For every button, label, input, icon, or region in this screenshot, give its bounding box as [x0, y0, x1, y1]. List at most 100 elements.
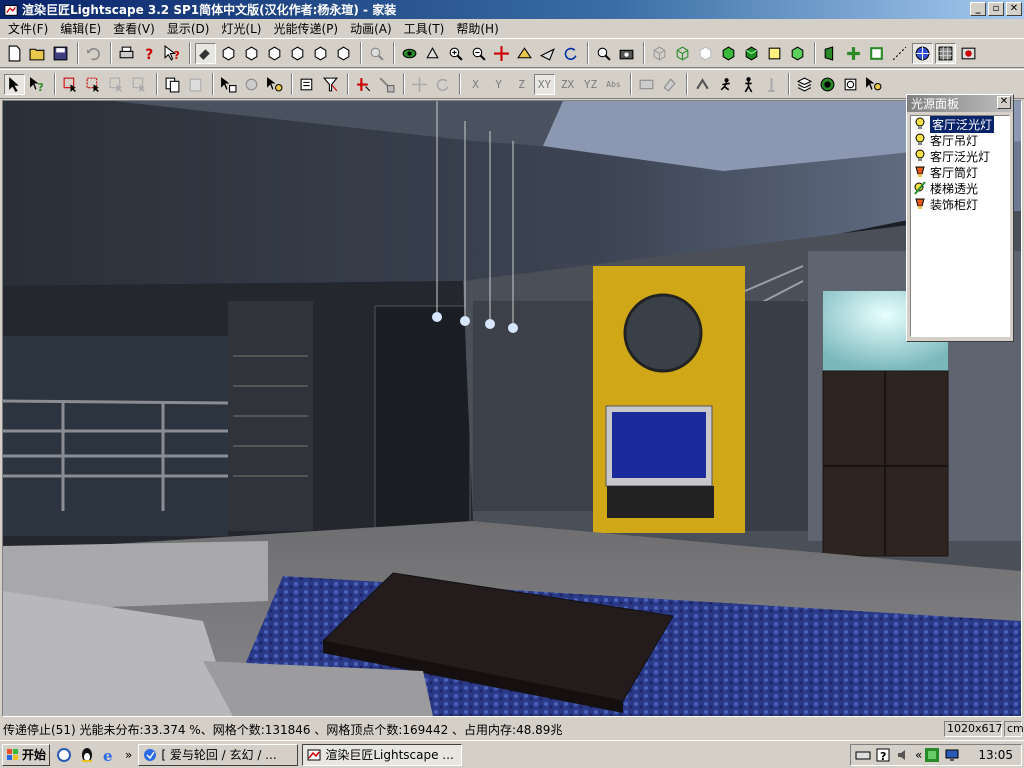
camera-fly-button[interactable] [715, 74, 736, 95]
copy-button[interactable] [162, 74, 183, 95]
light-tool-button[interactable] [863, 74, 884, 95]
menu-tools[interactable]: 工具(T) [398, 20, 451, 37]
material-button[interactable] [843, 43, 864, 64]
axis-yz-button[interactable]: YZ [580, 74, 601, 95]
quicklaunch-desktop[interactable] [55, 746, 73, 764]
paste-button[interactable] [185, 74, 206, 95]
select-disabled-2-button[interactable] [129, 74, 150, 95]
line-button[interactable] [889, 43, 910, 64]
add-point-button[interactable] [353, 74, 374, 95]
axis-x-button[interactable]: X [465, 74, 486, 95]
outline-button[interactable] [672, 43, 693, 64]
walk-button[interactable] [422, 43, 443, 64]
pointer-button[interactable] [4, 73, 25, 95]
menu-radiosity[interactable]: 光能传递(P) [267, 20, 344, 37]
network-icon[interactable] [924, 747, 940, 763]
light-item[interactable]: 客厅筒灯 [911, 164, 1009, 180]
light-item[interactable]: 客厅泛光灯 [911, 148, 1009, 164]
select-light-button[interactable] [241, 74, 262, 95]
wireframe-button[interactable] [649, 43, 670, 64]
rotate-button[interactable] [432, 74, 453, 95]
axis-z-button[interactable]: Z [511, 74, 532, 95]
view-cube-3-button[interactable] [264, 43, 285, 64]
query-button[interactable]: ? [27, 74, 48, 95]
title-bar[interactable]: 渲染巨匠Lightscape 3.2 SP1简体中文版(汉化作者:杨永瑄) - … [0, 0, 1024, 19]
render-viewport[interactable] [2, 100, 1022, 717]
tray-expand[interactable]: « [915, 748, 922, 762]
select-tool-button[interactable] [195, 42, 216, 64]
filter-button[interactable] [320, 74, 341, 95]
context-help-button[interactable]: ? [162, 43, 183, 64]
view-cube-5-button[interactable] [310, 43, 331, 64]
start-button[interactable]: 开始 [2, 743, 50, 766]
taskbar-item-lightscape[interactable]: 渲染巨匠Lightscape ... [302, 743, 463, 766]
close-button[interactable]: ✕ [1006, 2, 1022, 16]
quicklaunch-qq[interactable] [78, 746, 96, 764]
menu-help[interactable]: 帮助(H) [450, 20, 504, 37]
snap-button[interactable] [376, 74, 397, 95]
color-button[interactable] [764, 43, 785, 64]
select-surface-button[interactable] [60, 74, 81, 95]
taskbar-item-browser[interactable]: [ 爱与轮回 / 玄幻 / ... [138, 743, 299, 766]
view-cube-4-button[interactable] [287, 43, 308, 64]
axis-y-button[interactable]: Y [488, 74, 509, 95]
zoom-out-button[interactable] [468, 43, 489, 64]
edit-light-button[interactable] [264, 74, 285, 95]
globe-view-button[interactable] [912, 42, 933, 64]
hidden-line-button[interactable] [695, 43, 716, 64]
pan-button[interactable] [491, 43, 512, 64]
light-item[interactable]: 楼梯透光 [911, 180, 1009, 196]
select-block-button[interactable] [218, 74, 239, 95]
layer-button[interactable] [820, 43, 841, 64]
view-cube-6-button[interactable] [333, 43, 354, 64]
camera-walk-button[interactable] [692, 74, 713, 95]
volume-icon[interactable] [895, 747, 911, 763]
restore-button[interactable]: ▫ [988, 2, 1004, 16]
quicklaunch-ie[interactable]: e [101, 746, 119, 765]
grid-view-button[interactable] [935, 42, 956, 64]
erase-button[interactable] [636, 74, 657, 95]
erase-2-button[interactable] [659, 74, 680, 95]
fly-button[interactable] [537, 43, 558, 64]
zoom-in-button[interactable] [445, 43, 466, 64]
menu-display[interactable]: 显示(D) [161, 20, 216, 37]
stand-button[interactable] [761, 74, 782, 95]
quicklaunch-more[interactable]: » [125, 748, 132, 762]
shaded-button[interactable] [741, 43, 762, 64]
display-options-button[interactable] [958, 43, 979, 64]
axis-zx-button[interactable]: ZX [557, 74, 578, 95]
texture-button[interactable] [787, 43, 808, 64]
light-panel-close-button[interactable]: ✕ [997, 96, 1011, 109]
select-window-button[interactable] [83, 74, 104, 95]
move-button[interactable] [409, 74, 430, 95]
keyboard-icon[interactable] [855, 747, 871, 763]
minimize-button[interactable]: _ [970, 2, 986, 16]
light-item[interactable]: 客厅吊灯 [911, 132, 1009, 148]
menu-view[interactable]: 查看(V) [107, 20, 161, 37]
print-button[interactable] [116, 43, 137, 64]
radiosity-button[interactable] [817, 74, 838, 95]
view-cube-1-button[interactable] [218, 43, 239, 64]
light-item[interactable]: 客厅泛光灯 [911, 115, 1009, 133]
render-button[interactable] [616, 43, 637, 64]
monitor-icon[interactable] [944, 747, 960, 763]
help-tray-icon[interactable]: ? [875, 747, 891, 763]
zoom-all-button[interactable] [366, 43, 387, 64]
light-panel-titlebar[interactable]: 光源面板 ✕ [907, 95, 1013, 112]
menu-light[interactable]: 灯光(L) [215, 20, 267, 37]
menu-edit[interactable]: 编辑(E) [54, 20, 107, 37]
walker-button[interactable] [738, 74, 759, 95]
undo-button[interactable] [83, 43, 104, 64]
view-cube-2-button[interactable] [241, 43, 262, 64]
help-button[interactable]: ? [139, 43, 160, 64]
rotate-view-button[interactable] [560, 43, 581, 64]
zoom-window-button[interactable] [593, 43, 614, 64]
process-button[interactable] [840, 74, 861, 95]
select-disabled-1-button[interactable] [106, 74, 127, 95]
block-button[interactable] [866, 43, 887, 64]
solid-button[interactable] [718, 43, 739, 64]
open-file-button[interactable] [27, 43, 48, 64]
save-button[interactable] [50, 43, 71, 64]
new-file-button[interactable] [4, 43, 25, 64]
align-button[interactable] [297, 74, 318, 95]
